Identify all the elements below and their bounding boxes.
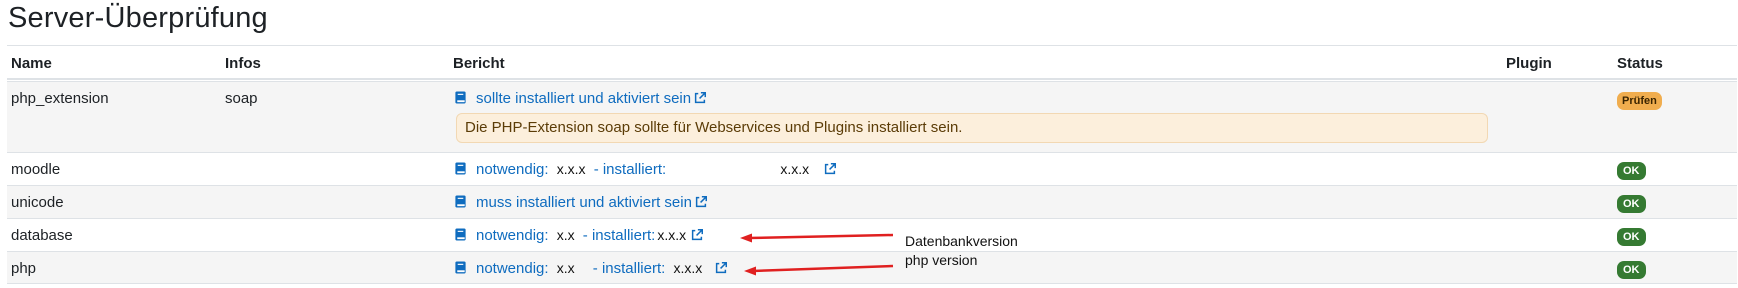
arrow-database [747,233,894,240]
annotation-database-note: Datenbankversion [905,233,1018,249]
arrow-database-head [740,233,752,243]
annotation-arrows [740,233,894,276]
annotation-php-note: php version [905,252,978,268]
page: Server-Überprüfung Name Infos Bericht Pl… [0,0,1738,288]
arrow-php [751,264,894,273]
arrow-php-head [744,266,756,276]
